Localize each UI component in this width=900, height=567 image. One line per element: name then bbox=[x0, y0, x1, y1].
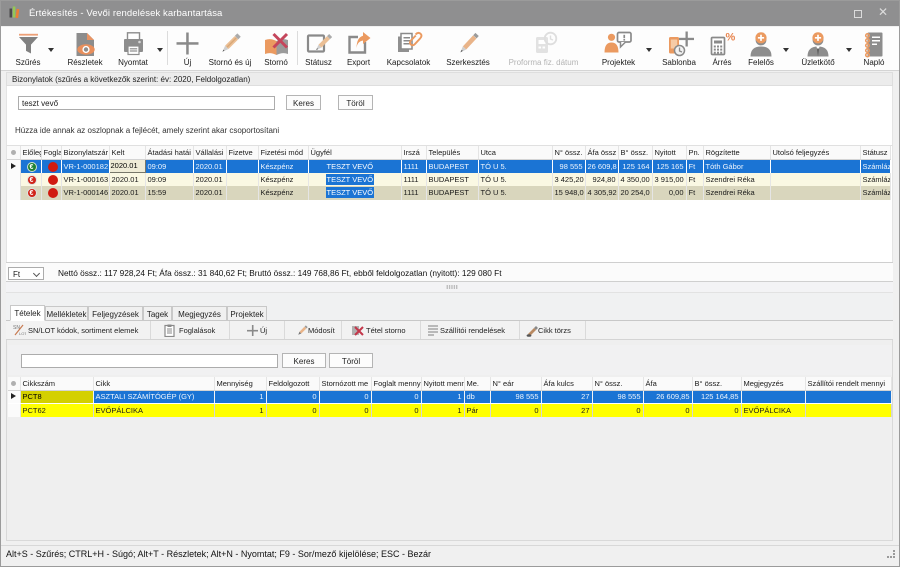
svg-text:%: % bbox=[726, 32, 736, 44]
svg-text:LOT: LOT bbox=[19, 331, 26, 336]
